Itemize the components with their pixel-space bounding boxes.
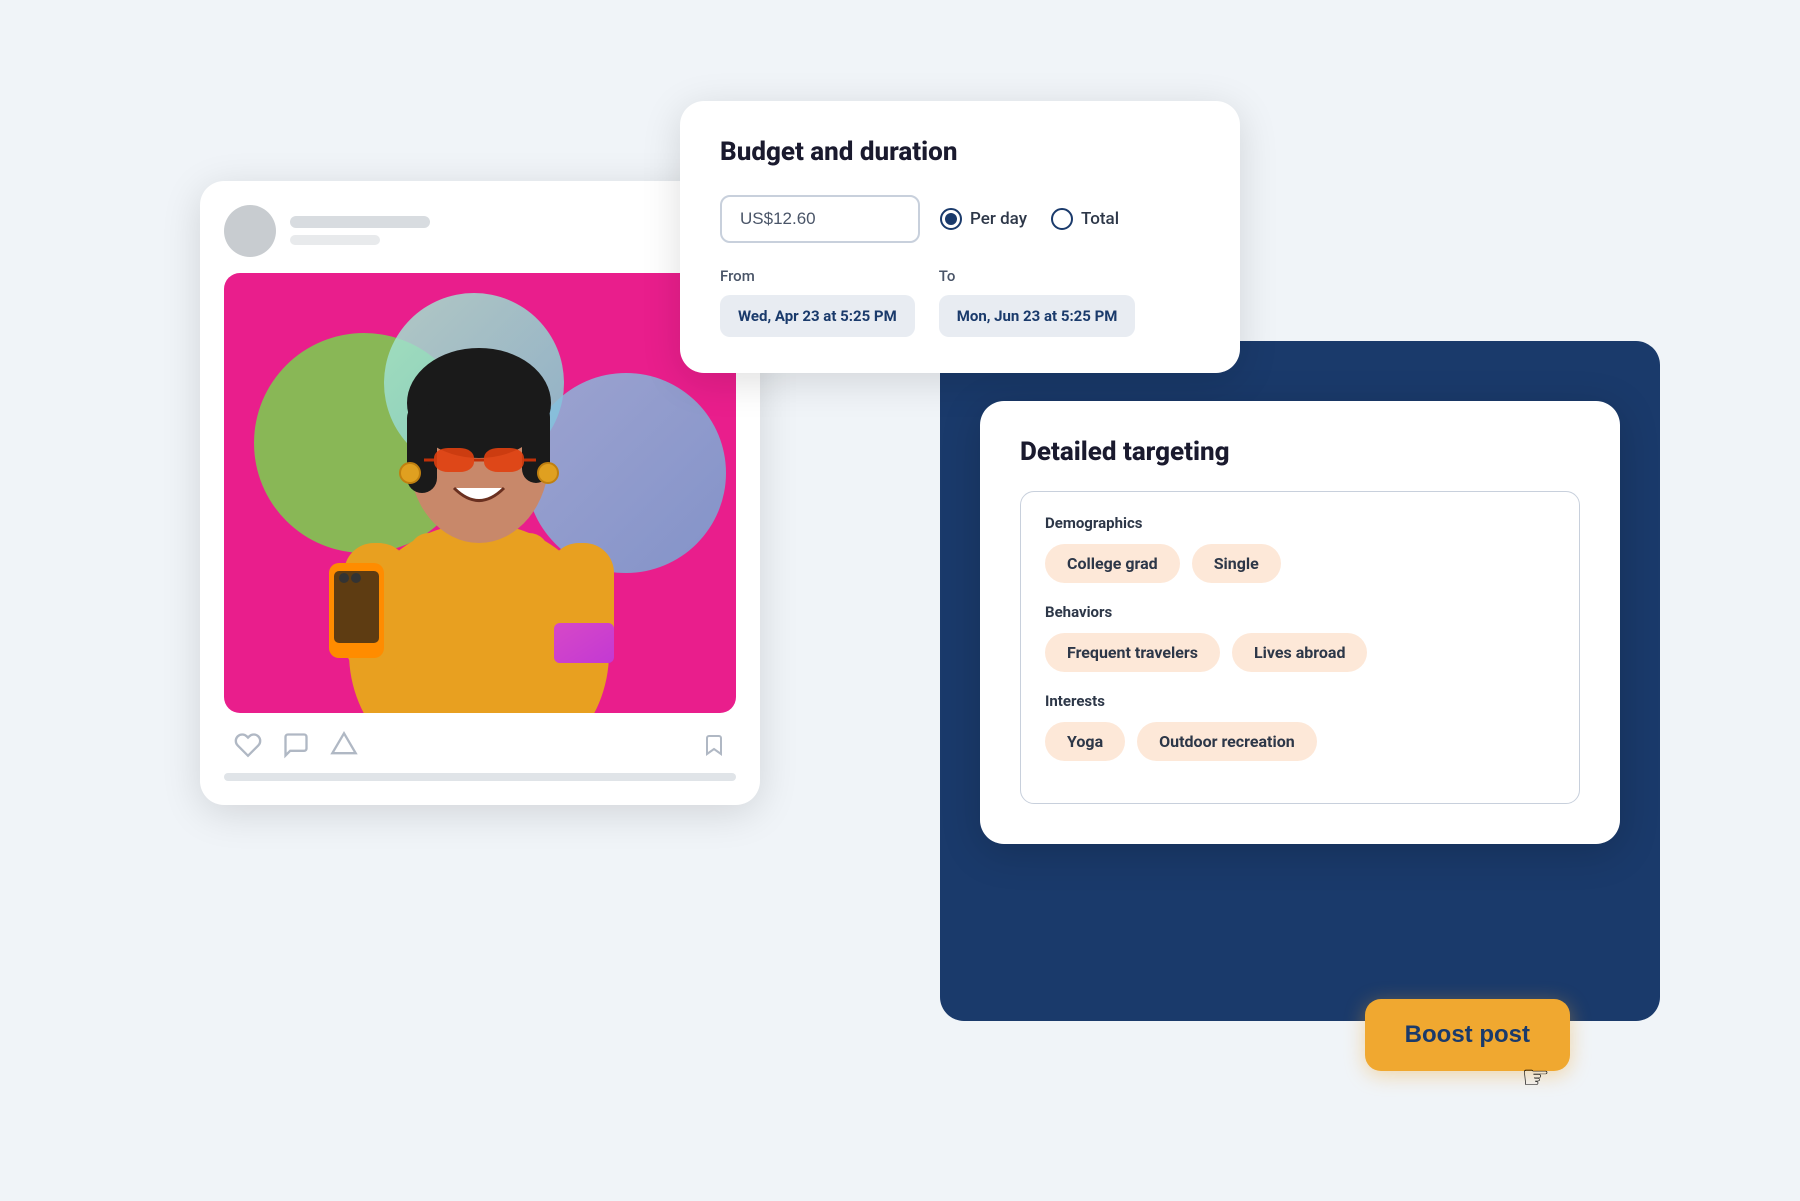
total-radio[interactable] [1051,208,1073,230]
total-option[interactable]: Total [1051,208,1119,230]
tag-outdoor-recreation[interactable]: Outdoor recreation [1137,722,1317,761]
handle-placeholder [290,235,380,245]
behaviors-tags: Frequent travelers Lives abroad [1045,633,1555,672]
targeting-box: Demographics College grad Single Behavio… [1020,491,1580,804]
to-label: To [939,267,1136,285]
demographics-label: Demographics [1045,514,1555,532]
cursor-hand-icon: ☞ [1521,1058,1550,1096]
avatar [224,205,276,257]
tag-college-grad[interactable]: College grad [1045,544,1180,583]
username-placeholder [290,216,430,228]
from-label: From [720,267,915,285]
progress-bar [224,773,736,781]
heart-icon[interactable] [234,731,262,759]
tag-single[interactable]: Single [1192,544,1281,583]
tag-lives-abroad[interactable]: Lives abroad [1232,633,1368,672]
budget-input[interactable] [720,195,920,243]
interests-label: Interests [1045,692,1555,710]
tag-yoga[interactable]: Yoga [1045,722,1125,761]
targeting-card-title: Detailed targeting [1020,437,1580,467]
tag-frequent-travelers[interactable]: Frequent travelers [1045,633,1220,672]
header-text-lines [290,216,430,245]
budget-input-row: Per day Total [720,195,1200,243]
to-date-pill[interactable]: Mon, Jun 23 at 5:25 PM [939,295,1136,337]
budget-card-title: Budget and duration [720,137,1200,167]
to-date-group: To Mon, Jun 23 at 5:25 PM [939,267,1136,337]
behaviors-label: Behaviors [1045,603,1555,621]
from-date-group: From Wed, Apr 23 at 5:25 PM [720,267,915,337]
bookmark-icon[interactable] [702,731,726,759]
share-icon[interactable] [330,731,358,759]
social-post-card [200,181,760,805]
post-header [224,205,736,257]
post-image [224,273,736,713]
person-illustration [224,273,736,713]
post-footer [224,731,736,759]
per-day-option[interactable]: Per day [940,208,1027,230]
per-day-radio[interactable] [940,208,962,230]
billing-period-radio-group: Per day Total [940,208,1119,230]
comment-icon[interactable] [282,731,310,759]
interests-tags: Yoga Outdoor recreation [1045,722,1555,761]
date-range-row: From Wed, Apr 23 at 5:25 PM To Mon, Jun … [720,267,1200,337]
targeting-card: Detailed targeting Demographics College … [980,401,1620,844]
demographics-tags: College grad Single [1045,544,1555,583]
from-date-pill[interactable]: Wed, Apr 23 at 5:25 PM [720,295,915,337]
post-action-icons [234,731,358,759]
budget-card: Budget and duration Per day Total From W… [680,101,1240,373]
